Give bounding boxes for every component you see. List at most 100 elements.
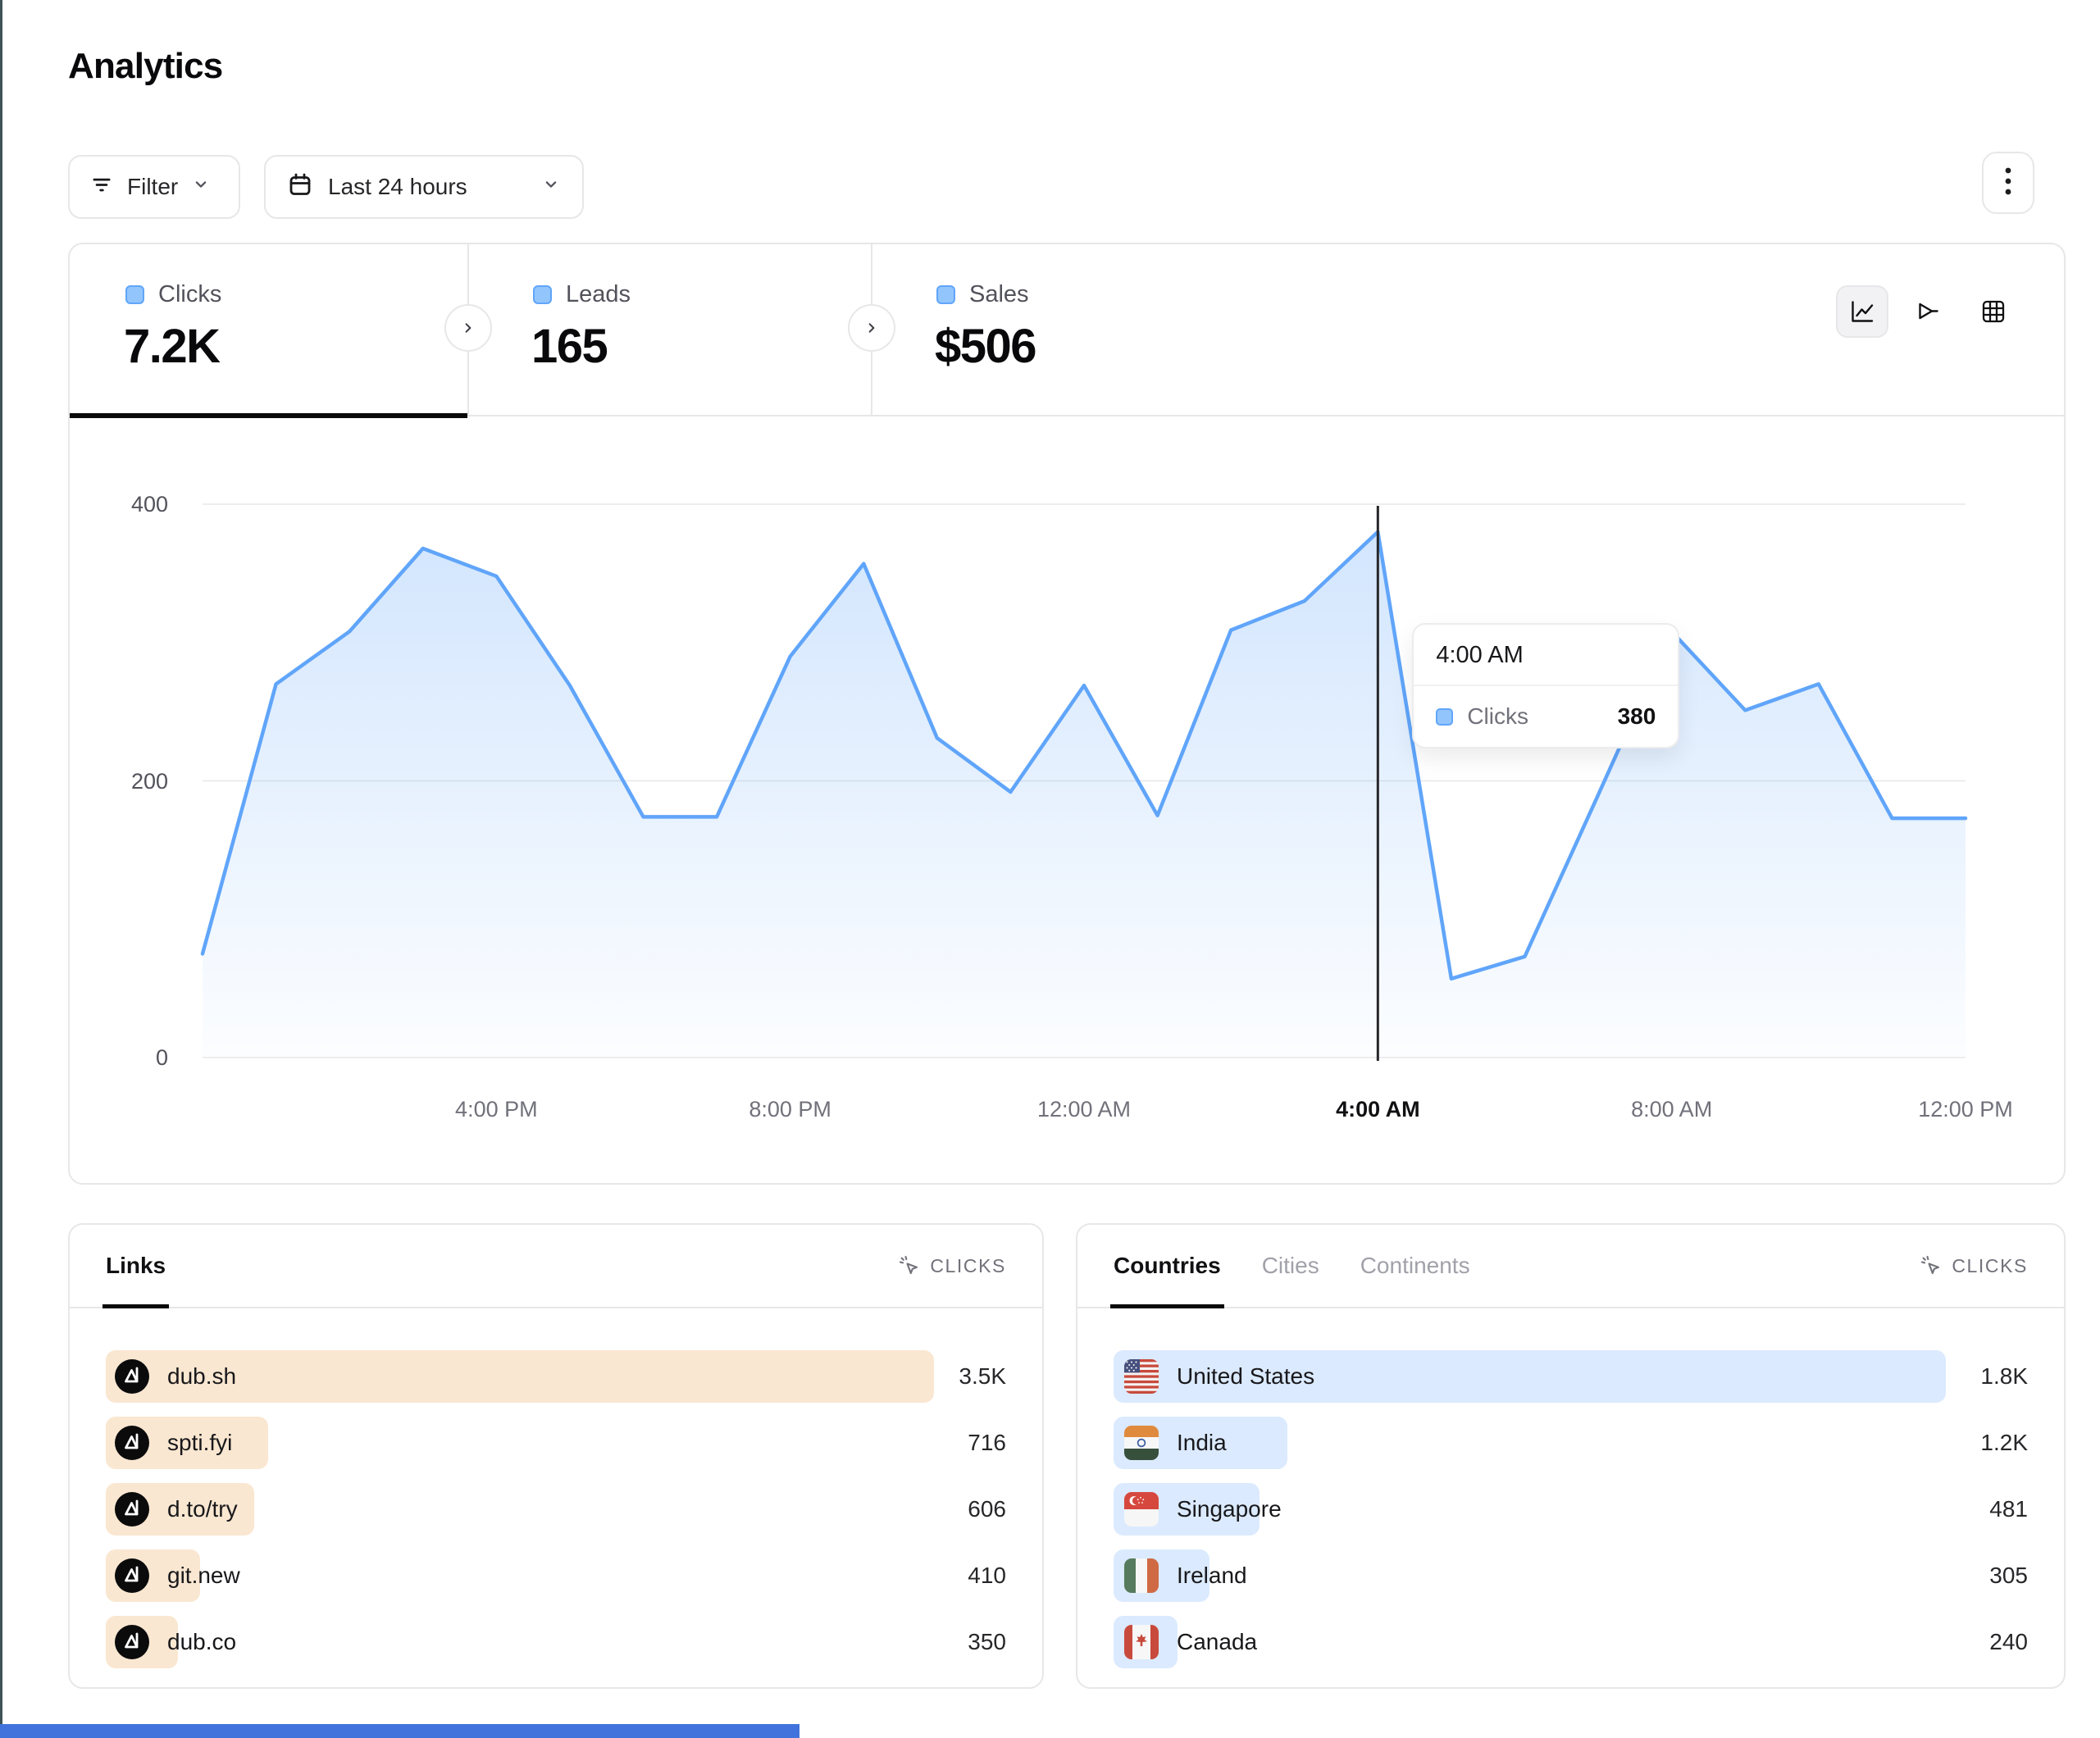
link-clicks-value: 3.5K <box>959 1363 1006 1390</box>
tooltip-time-label: 4:00 AM <box>1414 625 1678 686</box>
chevron-right-icon <box>863 319 881 337</box>
country-row[interactable]: India 1.2K <box>1114 1417 2028 1469</box>
link-clicks-value: 350 <box>968 1629 1006 1655</box>
expand-step-button[interactable] <box>848 304 895 352</box>
date-range-label: Last 24 hours <box>328 174 467 200</box>
link-label: git.new <box>167 1563 240 1589</box>
link-label: d.to/try <box>167 1496 238 1522</box>
leads-stat-label: Leads <box>566 281 631 308</box>
cursor-click-icon <box>1920 1254 1943 1277</box>
country-label: Canada <box>1177 1629 1257 1655</box>
countries-list: United States 1.8K India 1.2K Singapore … <box>1077 1308 2064 1668</box>
window-left-edge <box>0 0 2 1738</box>
country-label: Singapore <box>1177 1496 1282 1522</box>
country-clicks-value: 240 <box>1989 1629 2028 1655</box>
country-clicks-value: 1.8K <box>1980 1363 2028 1390</box>
filter-button-label: Filter <box>127 174 178 200</box>
cursor-click-icon <box>898 1254 921 1277</box>
chevron-down-icon <box>541 174 561 200</box>
kebab-menu-icon <box>2003 165 2013 202</box>
link-label: dub.co <box>167 1629 236 1655</box>
country-clicks-value: 305 <box>1989 1563 2028 1589</box>
link-label: dub.sh <box>167 1363 236 1390</box>
stat-tab-leads[interactable]: Leads 165 <box>467 244 871 415</box>
stat-tab-clicks[interactable]: Clicks 7.2K <box>70 244 467 415</box>
dub-logo-icon <box>115 1558 149 1593</box>
area-chart-canvas[interactable] <box>203 504 1966 1058</box>
clicks-legend-swatch <box>125 285 144 304</box>
line-chart-view-button[interactable] <box>1836 285 1888 338</box>
date-range-button[interactable]: Last 24 hours <box>264 155 584 219</box>
analytics-page: Analytics Filter Last 24 hours <box>0 0 2100 1738</box>
country-label: Ireland <box>1177 1563 1247 1589</box>
us-flag-icon <box>1124 1359 1159 1394</box>
leads-stat-value: 165 <box>531 319 871 374</box>
country-clicks-value: 481 <box>1989 1496 2028 1522</box>
links-list: dub.sh 3.5K spti.fyi 716 d.to/try 606 <box>70 1308 1042 1668</box>
tab-links[interactable]: Links <box>106 1225 166 1307</box>
country-row[interactable]: Ireland 305 <box>1114 1549 2028 1602</box>
countries-panel-header: Countries Cities Continents CLICKS <box>1077 1225 2064 1308</box>
tab-countries[interactable]: Countries <box>1114 1225 1221 1307</box>
table-view-button[interactable] <box>1967 285 2020 338</box>
sales-stat-label: Sales <box>969 281 1029 308</box>
stat-tab-sales[interactable]: Sales $506 <box>871 244 1297 415</box>
stats-row: Clicks 7.2K Leads 165 Sales $506 <box>70 244 2064 416</box>
countries-panel: Countries Cities Continents CLICKS <box>1076 1223 2066 1689</box>
tooltip-series-value: 380 <box>1618 703 1656 730</box>
country-row[interactable]: Canada 240 <box>1114 1616 2028 1668</box>
clicks-time-series-chart[interactable]: 0200400 4:00 PM8:00 PM12:00 AM4:00 AM8:0… <box>70 415 2064 1185</box>
link-clicks-value: 606 <box>968 1496 1006 1522</box>
analytics-card: Clicks 7.2K Leads 165 Sales $506 <box>68 243 2066 1185</box>
links-panel-header: Links CLICKS <box>70 1225 1042 1308</box>
leads-legend-swatch <box>533 285 552 304</box>
singapore-flag-icon <box>1124 1492 1159 1526</box>
tooltip-series-label: Clicks <box>1467 703 1603 730</box>
link-row[interactable]: dub.sh 3.5K <box>106 1350 1006 1403</box>
country-label: United States <box>1177 1363 1314 1390</box>
countries-metric-selector[interactable]: CLICKS <box>1920 1254 2028 1277</box>
countries-metric-label: CLICKS <box>1952 1255 2028 1277</box>
country-row[interactable]: United States 1.8K <box>1114 1350 2028 1403</box>
links-panel: Links CLICKS dub.sh 3.5K <box>68 1223 1044 1689</box>
country-row[interactable]: Singapore 481 <box>1114 1483 2028 1536</box>
link-clicks-value: 716 <box>968 1430 1006 1456</box>
link-row[interactable]: git.new 410 <box>106 1549 1006 1602</box>
link-clicks-value: 410 <box>968 1563 1006 1589</box>
window-bottom-edge <box>0 1724 799 1738</box>
chart-tooltip: 4:00 AM Clicks 380 <box>1412 623 1679 748</box>
link-label: spti.fyi <box>167 1430 232 1456</box>
filter-icon <box>89 172 114 202</box>
clicks-stat-value: 7.2K <box>124 319 467 374</box>
table-grid-icon <box>1979 298 2007 325</box>
link-row[interactable]: spti.fyi 716 <box>106 1417 1006 1469</box>
link-row[interactable]: d.to/try 606 <box>106 1483 1006 1536</box>
chevron-right-icon <box>459 319 477 337</box>
dub-logo-icon <box>115 1426 149 1460</box>
india-flag-icon <box>1124 1426 1159 1460</box>
dub-logo-icon <box>115 1492 149 1526</box>
link-row[interactable]: dub.co 350 <box>106 1616 1006 1668</box>
chart-type-toggle-group <box>1836 285 2020 338</box>
dub-logo-icon <box>115 1359 149 1394</box>
line-chart-icon <box>1848 298 1876 325</box>
expand-step-button[interactable] <box>444 304 492 352</box>
filter-button[interactable]: Filter <box>68 155 240 219</box>
country-label: India <box>1177 1430 1227 1456</box>
tab-continents[interactable]: Continents <box>1360 1225 1470 1307</box>
more-options-button[interactable] <box>1982 152 2034 214</box>
dub-logo-icon <box>115 1625 149 1659</box>
tooltip-series-swatch <box>1436 708 1453 726</box>
calendar-icon <box>287 171 313 203</box>
links-metric-selector[interactable]: CLICKS <box>898 1254 1006 1277</box>
funnel-chart-icon <box>1914 298 1942 325</box>
clicks-stat-label: Clicks <box>158 281 221 308</box>
tab-cities[interactable]: Cities <box>1262 1225 1319 1307</box>
funnel-view-button[interactable] <box>1902 285 1954 338</box>
country-clicks-value: 1.2K <box>1980 1430 2028 1456</box>
sales-legend-swatch <box>936 285 955 304</box>
chevron-down-icon <box>191 174 211 200</box>
links-metric-label: CLICKS <box>930 1255 1006 1277</box>
page-title: Analytics <box>68 46 222 87</box>
sales-stat-value: $506 <box>935 319 1297 374</box>
